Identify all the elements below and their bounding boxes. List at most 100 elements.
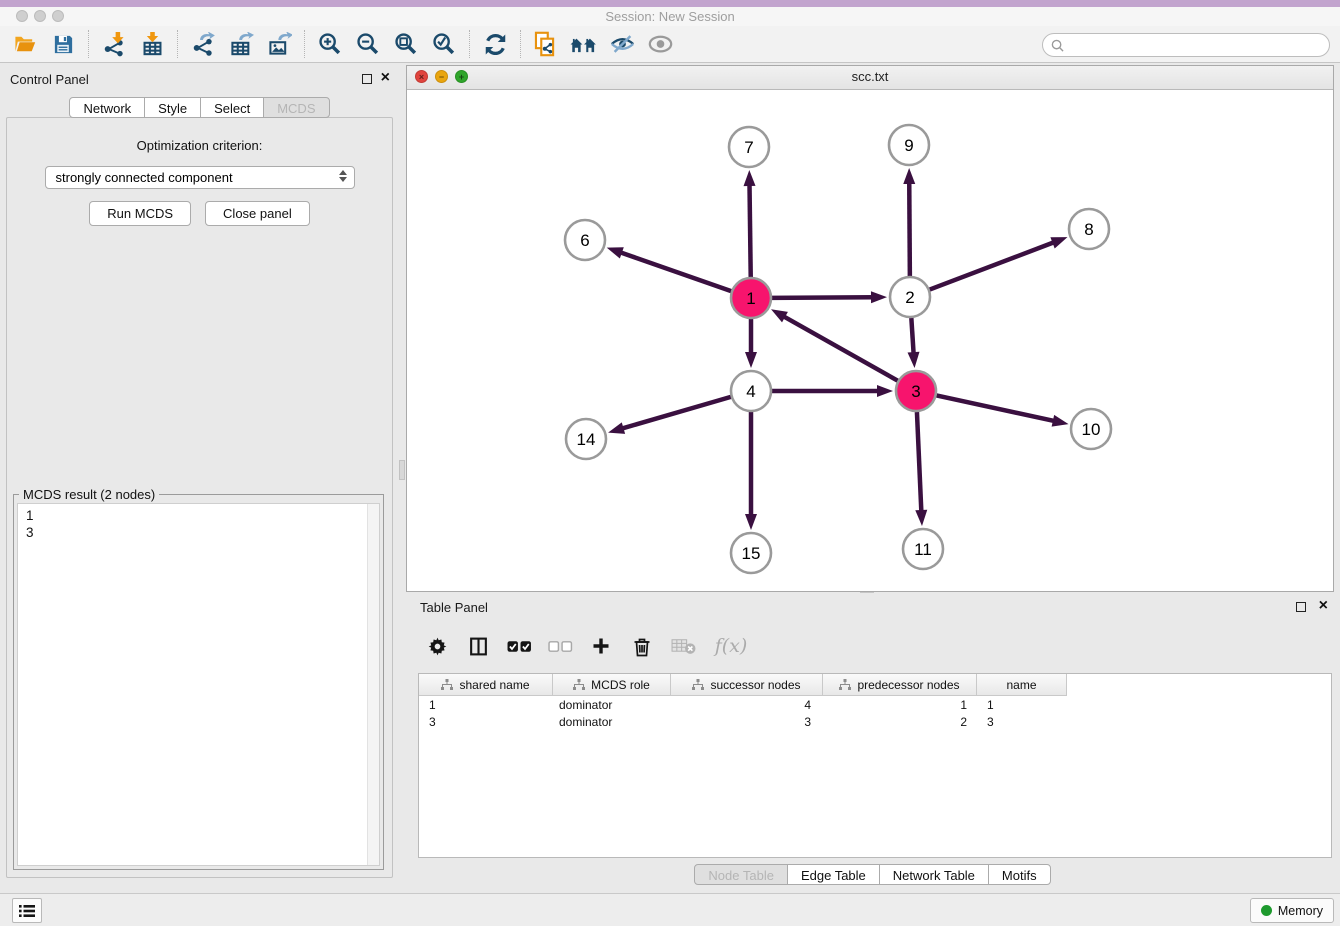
add-row-button[interactable]	[586, 631, 616, 661]
refresh-button[interactable]	[476, 28, 514, 60]
network-canvas[interactable]: 7968124314101511	[407, 89, 1333, 591]
checked-boxes-icon	[507, 640, 532, 653]
criterion-dropdown[interactable]: strongly connected component	[45, 166, 355, 189]
export-network-icon	[191, 32, 216, 57]
export-table-button[interactable]	[222, 28, 260, 60]
export-image-icon	[267, 32, 292, 57]
control-panel-tabs: Network Style Select MCDS	[0, 97, 400, 118]
table-cell: 1	[823, 698, 977, 712]
toolbar-separator	[520, 30, 521, 58]
graph-edge-arrowhead	[871, 291, 887, 303]
open-file-button[interactable]	[6, 28, 44, 60]
table-cell: 1	[977, 698, 1067, 712]
tab-network-table[interactable]: Network Table	[879, 864, 989, 885]
graph-edge-2-8[interactable]	[930, 242, 1056, 290]
list-icon	[19, 904, 35, 918]
delete-table-button[interactable]	[668, 631, 698, 661]
network-window: × − + scc.txt 7968124314101511	[406, 65, 1334, 592]
import-table-button[interactable]	[133, 28, 171, 60]
mcds-result-area[interactable]: 1 3	[17, 503, 380, 866]
tab-mcds[interactable]: MCDS	[263, 97, 329, 118]
graph-edge-arrowhead	[608, 422, 625, 434]
show-all-button[interactable]	[641, 28, 679, 60]
graph-edge-2-3[interactable]	[911, 318, 913, 355]
app-titlebar: Session: New Session	[0, 7, 1340, 26]
graph-edge-3-10[interactable]	[937, 395, 1056, 421]
graph-edge-3-11[interactable]	[917, 412, 921, 513]
graph-edge-1-7[interactable]	[749, 183, 750, 277]
function-builder-icon: f(x)	[715, 635, 748, 657]
graph-edge-1-6[interactable]	[619, 252, 731, 291]
close-panel-button[interactable]: Close panel	[205, 201, 310, 226]
export-network-button[interactable]	[184, 28, 222, 60]
mcds-result-box: MCDS result (2 nodes) 1 3	[13, 494, 384, 870]
table-header-row: shared nameMCDS rolesuccessor nodesprede…	[419, 674, 1331, 696]
sort-icon	[441, 679, 453, 691]
run-mcds-button[interactable]: Run MCDS	[89, 201, 191, 226]
network-from-file-button[interactable]	[527, 28, 565, 60]
column-header-mcds-role[interactable]: MCDS role	[553, 674, 671, 696]
control-panel: Control Panel × Network Style Select MCD…	[0, 64, 400, 880]
graph-edge-arrowhead	[915, 510, 927, 526]
gear-icon	[427, 636, 448, 657]
toggle-columns-button[interactable]	[463, 631, 493, 661]
graph-edge-4-14[interactable]	[621, 397, 731, 429]
import-network-button[interactable]	[95, 28, 133, 60]
close-panel-icon[interactable]: ×	[381, 73, 390, 83]
graph-node-label: 3	[911, 382, 920, 401]
search-box[interactable]	[1042, 33, 1330, 57]
float-panel-icon[interactable]	[362, 74, 372, 84]
graph-edge-1-2[interactable]	[772, 297, 874, 298]
memory-label: Memory	[1278, 904, 1323, 918]
tab-edge-table[interactable]: Edge Table	[787, 864, 880, 885]
tab-network[interactable]: Network	[69, 97, 145, 118]
network-window-titlebar[interactable]: × − + scc.txt	[407, 66, 1333, 90]
column-header-name[interactable]: name	[977, 674, 1067, 696]
zoom-selected-button[interactable]	[425, 28, 463, 60]
column-header-successor-nodes[interactable]: successor nodes	[671, 674, 823, 696]
memory-button[interactable]: Memory	[1250, 898, 1334, 923]
status-bar: Memory	[0, 893, 1340, 926]
zoom-out-icon	[355, 31, 381, 57]
table-cell: 1	[419, 698, 553, 712]
zoom-fit-icon	[393, 31, 419, 57]
toolbar-separator	[88, 30, 89, 58]
zoom-out-button[interactable]	[349, 28, 387, 60]
zoom-fit-button[interactable]	[387, 28, 425, 60]
column-header-shared-name[interactable]: shared name	[419, 674, 553, 696]
column-header-predecessor-nodes[interactable]: predecessor nodes	[823, 674, 977, 696]
result-scrollbar[interactable]	[367, 504, 379, 865]
first-neighbors-button[interactable]	[565, 28, 603, 60]
zoom-in-button[interactable]	[311, 28, 349, 60]
close-table-panel-icon[interactable]: ×	[1319, 601, 1328, 611]
graph-edge-arrowhead	[1052, 415, 1069, 427]
graph-edge-3-1[interactable]	[782, 316, 897, 381]
tab-motifs[interactable]: Motifs	[988, 864, 1051, 885]
table-row[interactable]: 3dominator323	[419, 713, 1331, 730]
save-floppy-icon	[52, 33, 75, 56]
graph-edge-arrowhead	[744, 170, 756, 186]
main-toolbar	[0, 26, 1340, 63]
delete-row-button[interactable]	[627, 631, 657, 661]
export-image-button[interactable]	[260, 28, 298, 60]
save-session-button[interactable]	[44, 28, 82, 60]
task-history-button[interactable]	[12, 898, 42, 923]
hide-selected-button[interactable]	[603, 28, 641, 60]
table-settings-button[interactable]	[422, 631, 452, 661]
tab-select[interactable]: Select	[200, 97, 264, 118]
splitter-grip-vertical[interactable]	[399, 460, 405, 480]
function-builder-button[interactable]: f(x)	[709, 631, 753, 661]
tab-node-table[interactable]: Node Table	[694, 864, 788, 885]
tab-style[interactable]: Style	[144, 97, 201, 118]
table-row[interactable]: 1dominator411	[419, 696, 1331, 713]
table-cell: dominator	[553, 715, 671, 729]
float-table-panel-icon[interactable]	[1296, 602, 1306, 612]
graph-edge-2-9[interactable]	[909, 181, 910, 276]
table-cell: 3	[977, 715, 1067, 729]
search-input[interactable]	[1069, 37, 1329, 53]
trash-icon	[632, 636, 652, 657]
graph-node-label: 2	[905, 288, 914, 307]
deselect-all-button[interactable]	[545, 631, 575, 661]
import-table-icon	[140, 32, 165, 57]
select-all-button[interactable]	[504, 631, 534, 661]
